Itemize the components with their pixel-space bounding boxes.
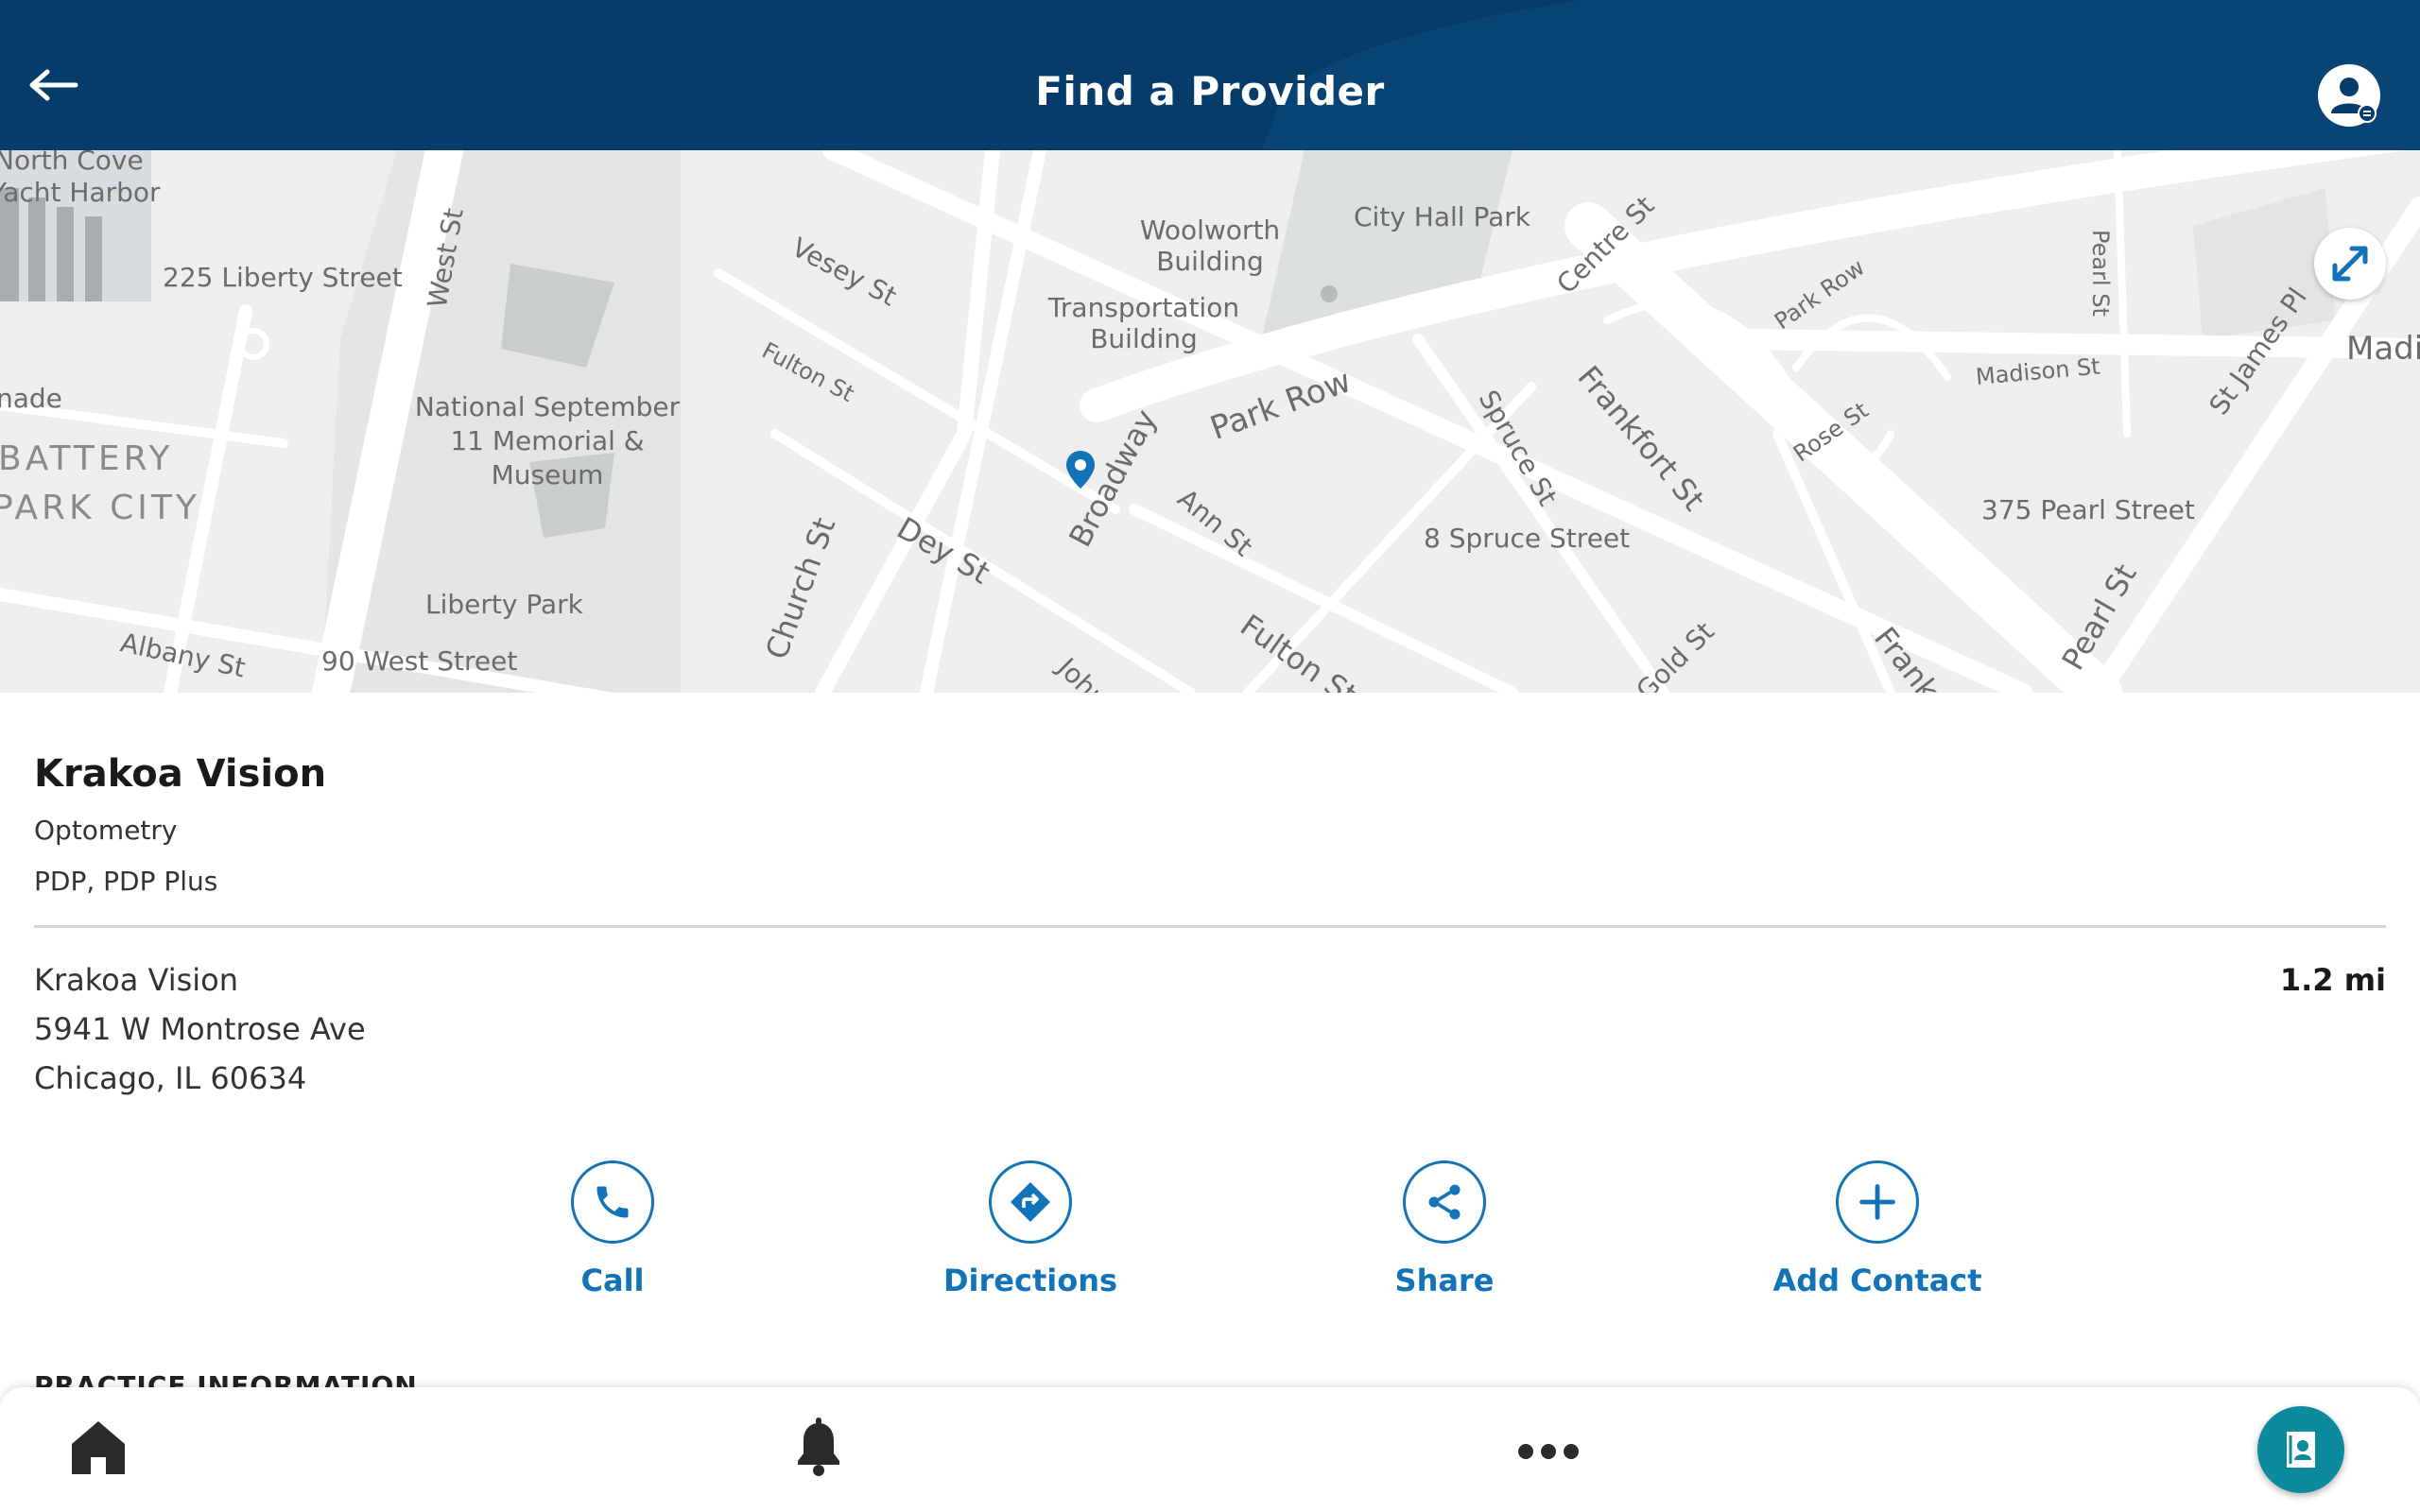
map-label-225-liberty: 225 Liberty Street [163,262,403,293]
map-label-memorial: National September 11 Memorial & Museum [414,391,681,490]
map-label-90-west: 90 West Street [321,645,518,677]
location-name: Krakoa Vision [34,962,238,998]
provider-networks: PDP, PDP Plus [34,866,218,897]
map-label-city-hall-park: City Hall Park [1354,201,1530,232]
call-label: Call [580,1263,645,1298]
address-line2: Chicago, IL 60634 [34,1060,307,1096]
share-icon [1428,1184,1461,1220]
call-button[interactable]: Call [499,1160,726,1298]
add-contact-label: Add Contact [1772,1263,1982,1298]
share-label: Share [1394,1263,1495,1298]
map-label-north-cove: North Cove [0,150,144,176]
id-card-button[interactable] [2257,1406,2344,1493]
add-contact-button[interactable]: Add Contact [1764,1160,1991,1298]
provider-name: Krakoa Vision [34,752,327,796]
add-contact-circle [1836,1160,1919,1244]
more-icon[interactable] [1511,1416,1586,1482]
share-button[interactable]: Share [1331,1160,1558,1298]
directions-icon [1011,1182,1050,1222]
directions-label: Directions [942,1263,1118,1298]
map-label-park-city: PARK CITY [0,489,200,527]
map-label-battery: BATTERY [0,439,174,478]
map-label-liberty-park: Liberty Park [425,589,583,620]
provider-specialty: Optometry [34,815,178,846]
divider [34,925,2386,928]
expand-icon [2332,246,2368,282]
page-title: Find a Provider [1035,68,1385,114]
map-label-pearl-st: Pearl St [2087,230,2114,317]
bell-icon[interactable] [781,1416,856,1482]
map-label-375-pearl: 375 Pearl Street [1981,494,2195,525]
directions-circle [989,1160,1072,1244]
expand-map-button[interactable] [2314,228,2386,300]
map-label-8-spruce: 8 Spruce Street [1424,523,1631,554]
user-profile-icon [2331,77,2377,123]
id-card-icon [2287,1432,2315,1468]
plus-icon [1859,1184,1895,1220]
address-line1: 5941 W Montrose Ave [34,1011,366,1047]
bottom-navigation [0,1387,2420,1512]
map-label-woolworth: Woolworth Building [1139,215,1281,277]
directions-button[interactable]: Directions [917,1160,1144,1298]
phone-icon [596,1186,629,1218]
distance-label: 1.2 mi [2279,962,2386,998]
map-label-nade: nade [0,383,62,414]
profile-button[interactable] [2318,64,2380,127]
map-label-madi: Madi [2346,330,2420,368]
share-circle [1403,1160,1486,1244]
map-label-transportation: Transportation Building [1047,292,1240,354]
map-view[interactable]: North Cove Yacht Harbor 225 Liberty Stre… [0,150,2420,693]
home-icon[interactable] [60,1416,136,1482]
call-circle [571,1160,654,1244]
app-header: Find a Provider [0,0,2420,150]
map-label-yacht-harbor: Yacht Harbor [0,177,161,208]
map-pin-icon[interactable] [1064,449,1097,490]
